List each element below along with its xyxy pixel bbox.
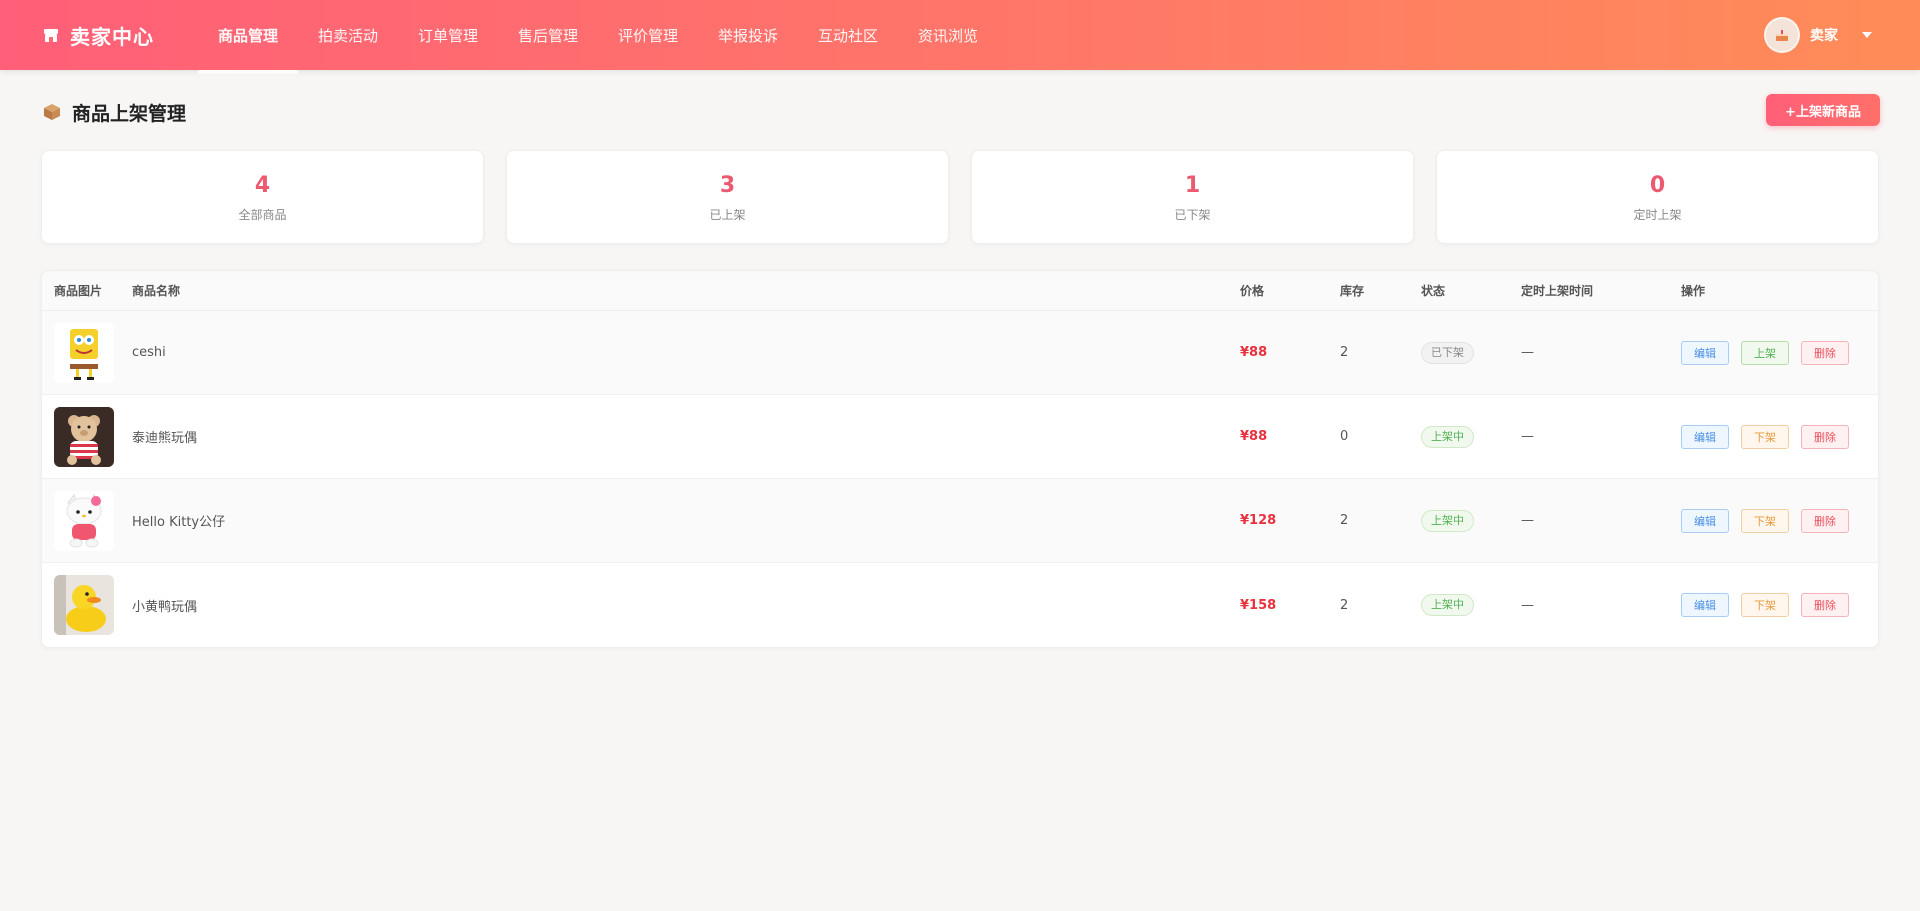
stat-label: 已下架 [1174,207,1211,222]
list-button[interactable]: 上架 [1741,340,1789,365]
main-nav: 商品管理 拍卖活动 订单管理 售后管理 评价管理 举报投诉 互动社区 资讯浏览 [198,0,998,74]
stat-card-delisted[interactable]: 1 已下架 [971,150,1414,244]
product-price: ¥88 [1240,345,1268,360]
product-stock: 2 [1340,597,1349,613]
stats-cards: 4 全部商品 3 已上架 1 已下架 0 定时上架 [41,150,1879,244]
product-name: 小黄鸭玩偶 [132,599,198,615]
nav-item-after-sales[interactable]: 售后管理 [498,0,598,70]
column-header-price: 价格 [1240,284,1265,298]
product-table: 商品图片 商品名称 价格 库存 状态 定时上架时间 操作 ceshi ¥88 2… [41,270,1879,648]
nav-item-auctions[interactable]: 拍卖活动 [298,0,398,70]
stat-label: 定时上架 [1633,207,1682,222]
scheduled-time: — [1521,597,1534,613]
delist-button[interactable]: 下架 [1741,424,1789,449]
stat-value: 1 [1184,172,1201,198]
table-row: ceshi ¥88 2 已下架 — 编辑 上架 删除 [42,311,1878,395]
product-price: ¥158 [1240,597,1277,613]
edit-button[interactable]: 编辑 [1681,508,1729,533]
brand[interactable]: 卖家中心 [42,0,154,70]
product-name: 泰迪熊玩偶 [132,431,198,446]
stat-card-all[interactable]: 4 全部商品 [41,150,484,244]
status-badge: 上架中 [1421,509,1474,532]
nav-item-community[interactable]: 互动社区 [798,0,898,70]
edit-button[interactable]: 编辑 [1681,593,1729,617]
add-product-button[interactable]: +上架新商品 [1766,94,1880,126]
product-price: ¥88 [1240,429,1268,444]
store-icon [42,26,60,44]
product-image-hello-kitty[interactable] [54,490,114,551]
stat-value: 0 [1649,172,1666,198]
scheduled-time: — [1521,429,1534,444]
status-badge: 已下架 [1421,341,1474,364]
stat-label: 全部商品 [238,207,287,222]
product-name: Hello Kitty公仔 [132,515,226,530]
product-image-spongebob[interactable] [54,322,114,383]
stat-label: 已上架 [709,207,746,222]
delete-button[interactable]: 删除 [1801,593,1849,617]
delist-button[interactable]: 下架 [1741,508,1789,533]
column-header-image: 商品图片 [54,284,103,298]
column-header-name: 商品名称 [132,284,181,298]
status-badge: 上架中 [1421,594,1474,616]
product-name: ceshi [132,345,166,360]
product-stock: 2 [1340,345,1349,360]
table-row: 泰迪熊玩偶 ¥88 0 上架中 — 编辑 下架 删除 [42,395,1878,479]
user-name: 卖家 [1810,28,1838,44]
avatar-cake-icon [1776,30,1788,41]
product-image-teddy-bear[interactable] [54,406,114,467]
stat-value: 4 [254,172,271,198]
edit-button[interactable]: 编辑 [1681,340,1729,365]
top-navbar: 卖家中心 商品管理 拍卖活动 订单管理 售后管理 评价管理 举报投诉 互动社区 … [0,0,1920,74]
stat-card-listed[interactable]: 3 已上架 [506,150,949,244]
table-row: Hello Kitty公仔 ¥128 2 上架中 — 编辑 下架 删除 [42,479,1878,563]
column-header-stock: 库存 [1340,284,1365,298]
delete-button[interactable]: 删除 [1801,424,1849,449]
column-header-scheduled-time: 定时上架时间 [1521,284,1594,298]
product-image-yellow-duck[interactable] [54,575,114,635]
package-box-icon [42,102,62,122]
edit-button[interactable]: 编辑 [1681,424,1729,449]
nav-item-orders[interactable]: 订单管理 [398,0,498,70]
nav-item-reviews[interactable]: 评价管理 [598,0,698,70]
product-price: ¥128 [1240,513,1277,528]
chevron-down-icon[interactable] [1862,32,1872,38]
delete-button[interactable]: 删除 [1801,508,1849,533]
table-header: 商品图片 商品名称 价格 库存 状态 定时上架时间 操作 [42,271,1878,311]
nav-item-complaints[interactable]: 举报投诉 [698,0,798,70]
product-stock: 2 [1340,513,1349,528]
scheduled-time: — [1521,345,1534,360]
nav-item-news[interactable]: 资讯浏览 [898,0,998,70]
column-header-actions: 操作 [1681,284,1706,298]
status-badge: 上架中 [1421,425,1474,448]
column-header-status: 状态 [1421,284,1446,298]
avatar[interactable] [1764,17,1800,53]
stat-card-scheduled[interactable]: 0 定时上架 [1436,150,1879,244]
page-title: 商品上架管理 [42,98,186,126]
delete-button[interactable]: 删除 [1801,340,1849,365]
product-stock: 0 [1340,429,1349,444]
page-title-text: 商品上架管理 [72,102,187,125]
user-menu[interactable]: 卖家 [1764,0,1872,70]
delist-button[interactable]: 下架 [1741,593,1789,617]
nav-item-products[interactable]: 商品管理 [198,0,298,74]
table-row: 小黄鸭玩偶 ¥158 2 上架中 — 编辑 下架 删除 [42,563,1878,647]
brand-title: 卖家中心 [70,24,154,49]
scheduled-time: — [1521,513,1534,528]
stat-value: 3 [719,172,736,198]
